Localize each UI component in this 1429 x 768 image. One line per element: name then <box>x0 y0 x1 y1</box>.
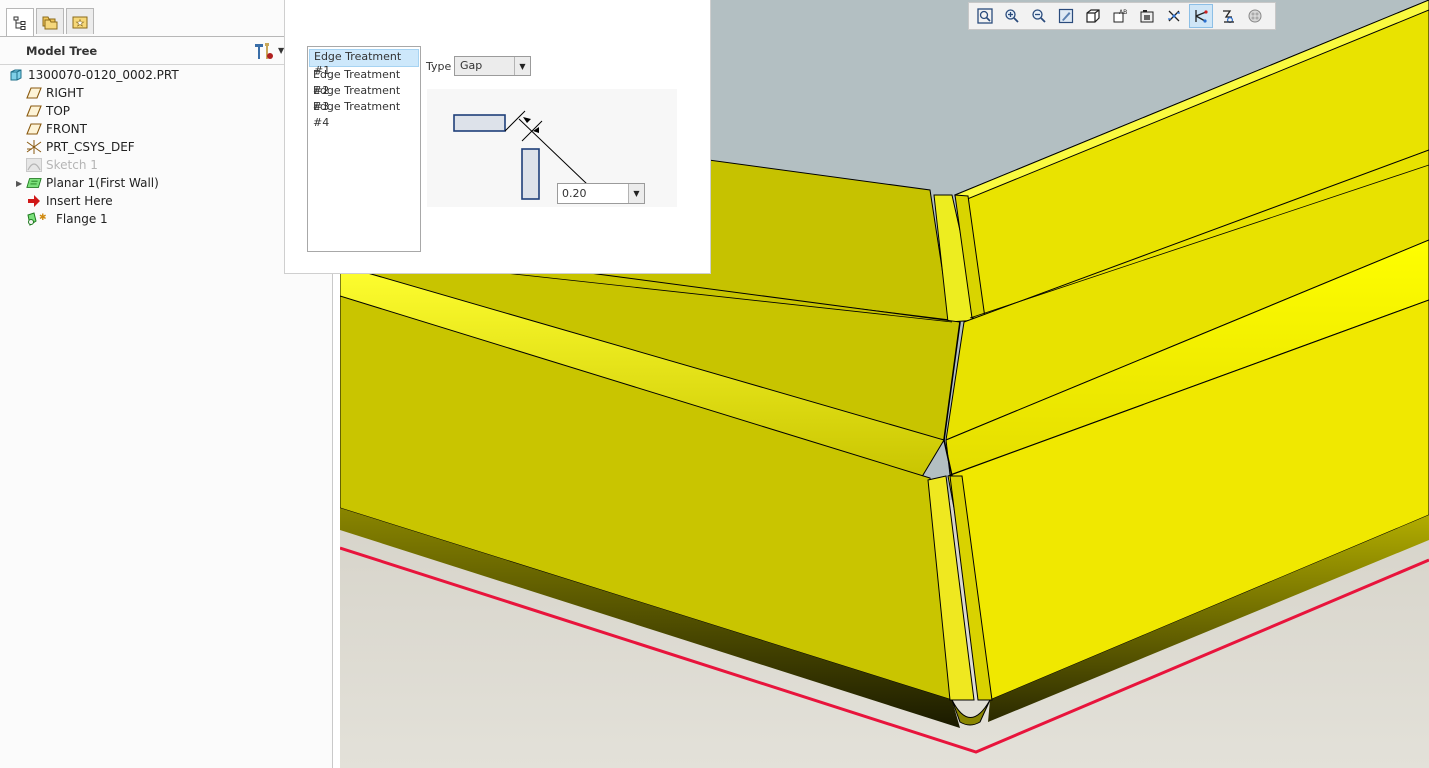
appearance-icon <box>1248 9 1262 23</box>
annotation-display-button[interactable] <box>1189 4 1213 28</box>
favorites-icon <box>72 16 88 28</box>
tree-hierarchy-icon <box>13 16 26 30</box>
datum-plane-icon <box>26 122 42 136</box>
model-tree-title: Model Tree <box>26 44 98 58</box>
type-label: Type <box>426 60 452 73</box>
edge-treatment-item[interactable]: Edge Treatment #2 <box>309 67 419 97</box>
edge-treatment-item[interactable]: Edge Treatment #1 <box>309 49 419 77</box>
tree-item-label: PRT_CSYS_DEF <box>46 140 135 154</box>
zoom-out-icon <box>1032 9 1046 23</box>
tree-item-label: TOP <box>46 104 71 118</box>
diagram-extension-line-1 <box>504 110 526 132</box>
saved-orientations-button[interactable]: AB <box>1108 4 1132 28</box>
edge-treatment-item[interactable]: Edge Treatment #3 <box>309 83 419 113</box>
annotation-display-icon <box>1195 10 1208 23</box>
insert-here-arrow-icon <box>26 194 42 208</box>
edge-treatment-item[interactable]: Edge Treatment #4 <box>309 99 419 129</box>
folder-browser-tab[interactable] <box>36 8 64 34</box>
coordinate-system-icon <box>26 140 42 154</box>
zoom-in-icon <box>1005 9 1019 23</box>
flange-icon: ✱ <box>26 212 52 226</box>
gap-value: 0.20 <box>562 187 587 200</box>
model-tree-header: Model Tree ▼ <box>0 40 290 65</box>
navigator-tabs <box>6 8 96 36</box>
tree-item[interactable]: TOP <box>16 102 70 120</box>
tree-item[interactable]: ✱ Flange 1 <box>16 210 108 228</box>
refit-icon <box>977 8 993 24</box>
graphics-toolbar: AB <box>968 2 1276 30</box>
tree-item[interactable]: Insert Here <box>16 192 113 210</box>
gap-value-dropdown[interactable]: 0.20 ▼ <box>557 183 645 204</box>
part-icon <box>8 68 24 82</box>
tree-item-label: Insert Here <box>46 194 113 208</box>
sketch-icon <box>26 158 42 172</box>
saved-views-icon: AB <box>1113 9 1127 23</box>
tree-item-label: Sketch 1 <box>46 158 98 172</box>
datum-display-button[interactable] <box>1162 4 1186 28</box>
datum-plane-icon <box>26 104 42 118</box>
tree-item-label: Planar 1(First Wall) <box>46 176 159 190</box>
spin-center-icon <box>1223 10 1234 24</box>
zoom-out-button[interactable] <box>1027 4 1051 28</box>
svg-text:AB: AB <box>1119 9 1127 16</box>
planar-wall-icon <box>26 176 42 190</box>
folders-icon <box>42 16 58 29</box>
view-manager-button[interactable] <box>1135 4 1159 28</box>
datum-display-icon <box>1168 10 1180 22</box>
datum-plane-icon <box>26 86 42 100</box>
display-style-button[interactable] <box>1081 4 1105 28</box>
tree-item-label: Flange 1 <box>56 212 108 226</box>
tree-item-label: FRONT <box>46 122 87 136</box>
repaint-button[interactable] <box>1054 4 1078 28</box>
view-manager-icon <box>1140 10 1154 23</box>
model-tree-tab[interactable] <box>6 8 34 36</box>
tree-item-label: 1300070-0120_0002.PRT <box>28 68 179 82</box>
corner-relief-panel: Edge Treatment #1 Edge Treatment #2 Edge T… <box>284 0 711 274</box>
diagram-arrow-head-1 <box>523 117 531 123</box>
refit-button[interactable] <box>973 4 997 28</box>
diagram-arrow-head-2 <box>533 127 539 133</box>
tree-item[interactable]: 1300070-0120_0002.PRT <box>8 66 179 84</box>
type-value: Gap <box>460 59 483 72</box>
spin-center-button[interactable] <box>1216 4 1240 28</box>
diagram-horizontal-wall <box>453 114 506 132</box>
chevron-down-icon[interactable]: ▼ <box>628 184 644 203</box>
tree-item[interactable]: ▶ Planar 1(First Wall) <box>16 174 159 192</box>
chevron-down-icon[interactable]: ▼ <box>514 57 530 75</box>
tree-settings-button[interactable] <box>252 41 274 61</box>
tools-icon <box>255 43 273 59</box>
favorites-tab[interactable] <box>66 8 94 34</box>
appearance-button[interactable] <box>1243 4 1267 28</box>
edge-treatment-list[interactable]: Edge Treatment #1 Edge Treatment #2 Edge T… <box>307 46 421 252</box>
tree-item-label: RIGHT <box>46 86 84 100</box>
diagram-vertical-wall <box>521 148 540 200</box>
repaint-icon <box>1058 8 1074 24</box>
tree-item[interactable]: PRT_CSYS_DEF <box>16 138 135 156</box>
tree-item[interactable]: Sketch 1 <box>16 156 98 174</box>
svg-text:✱: ✱ <box>39 213 47 223</box>
zoom-in-button[interactable] <box>1000 4 1024 28</box>
tree-item[interactable]: RIGHT <box>16 84 84 102</box>
type-dropdown[interactable]: Gap ▼ <box>454 56 531 76</box>
display-style-icon <box>1086 9 1100 23</box>
expand-arrow-icon[interactable]: ▶ <box>16 179 26 188</box>
tree-item[interactable]: FRONT <box>16 120 87 138</box>
